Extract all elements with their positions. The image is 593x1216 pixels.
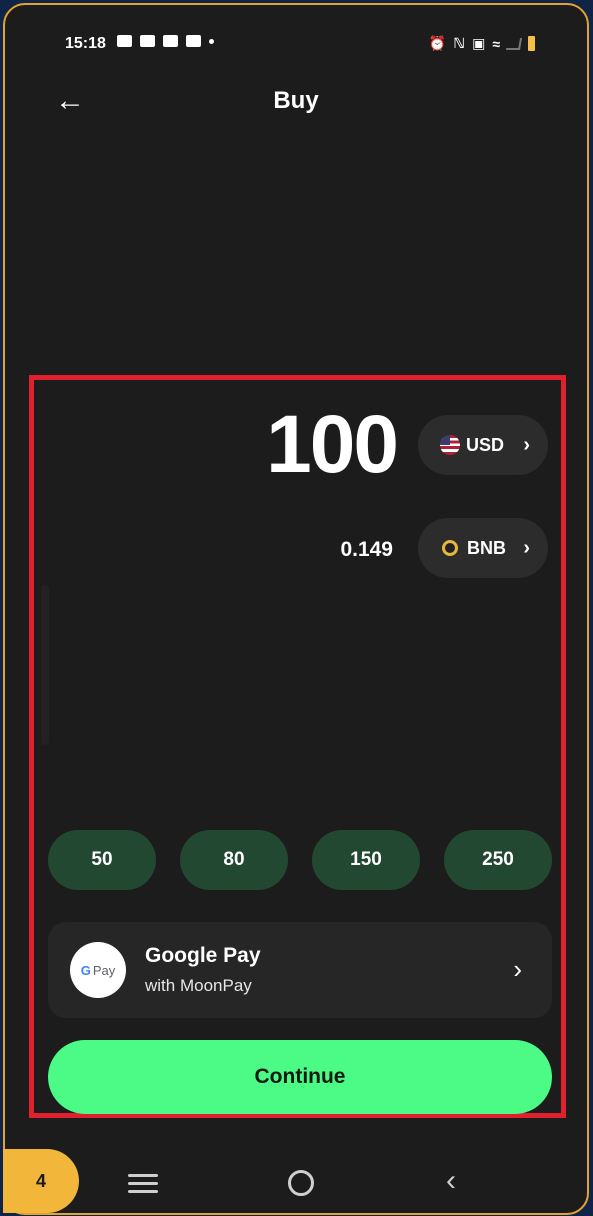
recent-apps-button[interactable]	[128, 1174, 158, 1198]
google-pay-logo: G Pay	[70, 942, 126, 998]
preset-amounts: 50 80 150 250	[48, 830, 552, 890]
fiat-amount[interactable]: 100	[266, 398, 399, 492]
youtube-icon	[186, 35, 201, 47]
preset-50-button[interactable]: 50	[48, 830, 156, 890]
google-g-letter: G	[80, 962, 91, 978]
payment-method-selector[interactable]: G Pay Google Pay with MoonPay ›	[48, 922, 552, 1018]
continue-button[interactable]: Continue	[48, 1040, 552, 1114]
crypto-currency-label: BNB	[467, 537, 506, 558]
crypto-amount: 0.149	[340, 538, 393, 561]
app-icon	[163, 35, 178, 47]
wifi-icon: ≈	[492, 35, 500, 52]
home-button[interactable]	[288, 1170, 314, 1196]
chevron-right-icon: ›	[523, 433, 530, 456]
payment-method-title: Google Pay	[145, 944, 261, 967]
video-icon	[117, 35, 132, 47]
crypto-currency-selector[interactable]: BNB ›	[418, 518, 548, 578]
menu-line	[128, 1182, 158, 1185]
preset-250-button[interactable]: 250	[444, 830, 552, 890]
chevron-right-icon: ›	[513, 954, 522, 984]
step-badge: 4	[3, 1149, 79, 1213]
system-icons: ⏰ ℕ ▣ ≈	[429, 35, 535, 52]
page-title: Buy	[273, 87, 319, 114]
google-pay-logo-text: Pay	[92, 962, 116, 978]
cast-icon: ▣	[472, 35, 486, 51]
navigation-bar: ‹	[0, 1150, 593, 1210]
bnb-icon	[442, 540, 458, 556]
youtube-icon	[140, 35, 155, 47]
notification-icons	[117, 35, 214, 47]
us-flag-icon	[440, 435, 460, 455]
header: ← Buy	[5, 77, 587, 125]
nfc-icon: ℕ	[453, 35, 466, 51]
payment-method-subtitle: with MoonPay	[145, 976, 252, 995]
system-back-button[interactable]: ‹	[446, 1164, 456, 1198]
signal-icon	[505, 37, 523, 50]
menu-line	[128, 1190, 158, 1193]
fiat-currency-selector[interactable]: USD ›	[418, 415, 548, 475]
status-bar: 15:18 ⏰ ℕ ▣ ≈	[5, 27, 587, 63]
status-time: 15:18	[65, 35, 106, 52]
more-dot-icon	[209, 38, 214, 44]
battery-icon	[528, 36, 535, 51]
fiat-currency-label: USD	[466, 434, 505, 455]
preset-80-button[interactable]: 80	[180, 830, 288, 890]
alarm-icon: ⏰	[428, 35, 447, 51]
preset-150-button[interactable]: 150	[312, 830, 420, 890]
menu-line	[128, 1174, 158, 1177]
chevron-right-icon: ›	[523, 536, 530, 559]
